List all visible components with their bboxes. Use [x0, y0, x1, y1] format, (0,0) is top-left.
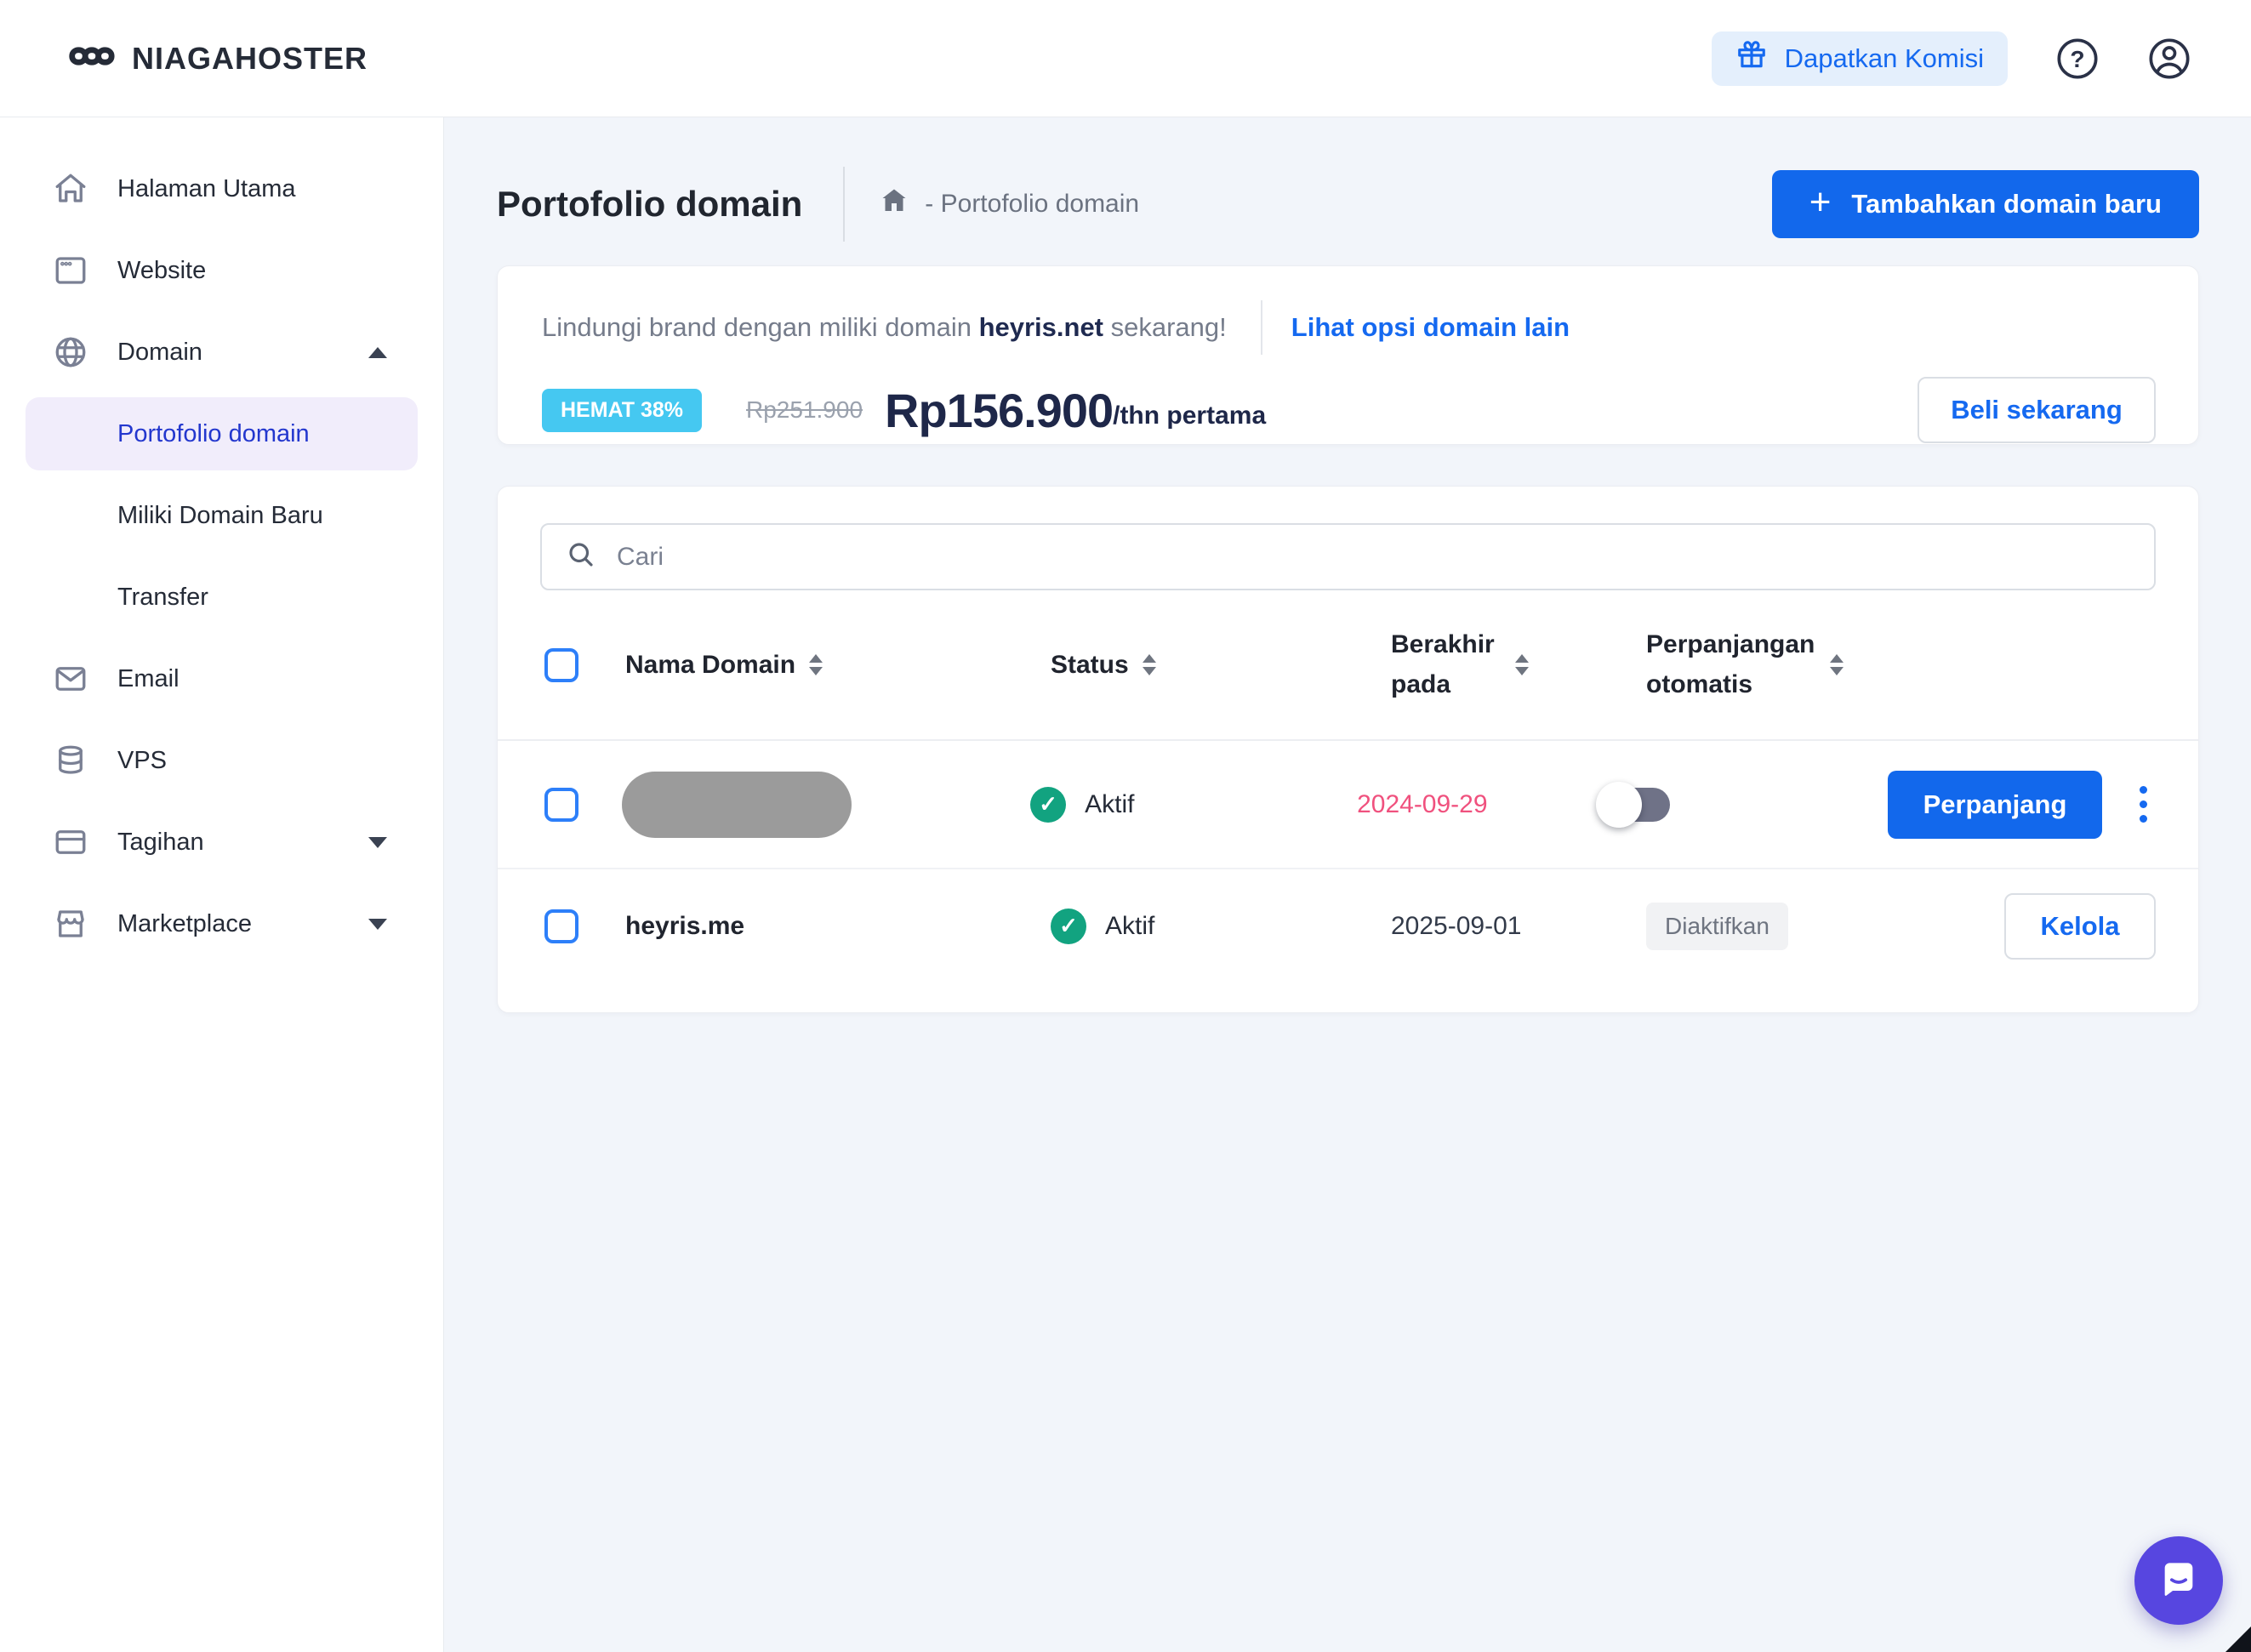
sidebar-item-domain[interactable]: Domain [0, 311, 443, 393]
table-row: heyris.me ✓ Aktif 2025-09-01 Diaktifkan … [498, 869, 2198, 983]
redacted-domain-name [622, 771, 852, 838]
expiry-date: 2025-09-01 [1391, 911, 1522, 940]
sidebar-item-label: Miliki Domain Baru [117, 501, 323, 529]
storefront-icon [51, 906, 90, 942]
sidebar-item-label: Portofolio domain [117, 419, 310, 447]
sidebar-item-label: Transfer [117, 583, 208, 611]
sidebar-item-label: Domain [117, 338, 202, 366]
divider [1260, 300, 1262, 355]
sidebar-item-miliki-domain-baru[interactable]: Miliki Domain Baru [0, 475, 443, 556]
sidebar-item-tagihan[interactable]: Tagihan [0, 801, 443, 883]
sidebar-item-label: VPS [117, 746, 168, 774]
new-price: Rp156.900 [885, 383, 1114, 437]
chat-widget-button[interactable] [2134, 1536, 2223, 1625]
sort-icon[interactable] [809, 654, 823, 675]
price-period: /thn pertama [1113, 402, 1267, 430]
status-active-icon: ✓ [1051, 908, 1086, 944]
domain-name: heyris.me [625, 911, 745, 940]
discount-badge: HEMAT 38% [542, 388, 703, 432]
old-price: Rp251.900 [746, 396, 863, 423]
select-all-checkbox[interactable] [544, 647, 578, 682]
help-button[interactable]: ? [2055, 37, 2100, 81]
expiry-date: 2024-09-29 [1357, 789, 1488, 818]
renew-button[interactable]: Perpanjang [1888, 770, 2102, 839]
sort-icon[interactable] [1830, 654, 1844, 675]
chevron-down-icon [368, 836, 387, 848]
row-checkbox[interactable] [544, 909, 578, 943]
home-icon [51, 171, 90, 207]
table-row: ✓ Aktif 2024-09-29 Perpanjang [498, 741, 2198, 869]
promo-banner: Lindungi brand dengan miliki domain heyr… [497, 265, 2199, 445]
kebab-menu-icon[interactable] [2131, 778, 2156, 831]
chevron-down-icon [368, 918, 387, 930]
sidebar-item-label: Email [117, 664, 180, 692]
brand-logo[interactable]: NIAGAHOSTER [64, 37, 368, 79]
sidebar-item-label: Marketplace [117, 909, 252, 937]
status-label: Aktif [1085, 789, 1135, 818]
account-button[interactable] [2147, 37, 2191, 81]
promo-message: Lindungi brand dengan miliki domain heyr… [542, 312, 1227, 342]
search-box [540, 523, 2156, 590]
credit-card-icon [51, 824, 90, 860]
col-header-autorenew: Perpanjangan otomatis [1646, 630, 1815, 698]
col-header-status: Status [1051, 650, 1129, 679]
topbar: NIAGAHOSTER Dapatkan Komisi ? [0, 0, 2251, 117]
manage-button[interactable]: Kelola [2004, 892, 2156, 960]
sidebar-item-portofolio-domain[interactable]: Portofolio domain [26, 397, 418, 470]
sidebar-item-email[interactable]: Email [0, 638, 443, 720]
gift-icon [1735, 39, 1768, 78]
divider [843, 167, 846, 242]
sidebar-item-website[interactable]: Website [0, 230, 443, 311]
sidebar-item-vps[interactable]: VPS [0, 720, 443, 801]
cursor-artifact [2225, 1626, 2251, 1652]
col-header-domain: Nama Domain [625, 650, 796, 679]
svg-text:?: ? [2070, 45, 2084, 71]
breadcrumb: - Portofolio domain [879, 185, 1139, 223]
col-header-expire: Berakhir pada [1391, 630, 1495, 698]
autorenew-status-badge: Diaktifkan [1646, 902, 1788, 950]
browser-icon [51, 253, 90, 288]
database-icon [51, 743, 90, 778]
sort-icon[interactable] [1515, 654, 1529, 675]
globe-icon [51, 334, 90, 370]
main-content: Portofolio domain - Portofolio domain + … [445, 117, 2251, 1652]
status-label: Aktif [1105, 911, 1155, 940]
other-domain-options-link[interactable]: Lihat opsi domain lain [1291, 312, 1570, 343]
search-input[interactable] [617, 542, 2130, 572]
sidebar-item-transfer[interactable]: Transfer [0, 556, 443, 638]
row-checkbox[interactable] [544, 787, 578, 822]
table-header-row: Nama Domain Status Berakhir pada Perpanj… [498, 590, 2198, 741]
add-domain-label: Tambahkan domain baru [1851, 189, 2162, 219]
chat-bubble-icon [2155, 1555, 2203, 1607]
sort-icon[interactable] [1142, 654, 1156, 675]
search-icon [566, 539, 596, 574]
sidebar-item-halaman-utama[interactable]: Halaman Utama [0, 148, 443, 230]
promo-domain: heyris.net [978, 312, 1104, 342]
page-title: Portofolio domain [497, 184, 803, 224]
sidebar: Halaman Utama Website Domain Portofolio … [0, 117, 444, 1652]
home-breadcrumb-icon[interactable] [879, 185, 909, 223]
envelope-icon [51, 661, 90, 697]
plus-icon: + [1809, 181, 1832, 223]
status-active-icon: ✓ [1030, 786, 1067, 823]
commission-label: Dapatkan Komisi [1784, 43, 1984, 73]
breadcrumb-label: - Portofolio domain [925, 190, 1140, 218]
sidebar-item-label: Halaman Utama [117, 174, 296, 202]
sidebar-item-label: Tagihan [117, 828, 204, 856]
autorenew-toggle-off[interactable] [1596, 781, 1671, 828]
sidebar-item-label: Website [117, 256, 207, 284]
niagahoster-infinity-icon [64, 37, 117, 79]
buy-now-button[interactable]: Beli sekarang [1918, 377, 2156, 443]
domain-table-card: Nama Domain Status Berakhir pada Perpanj… [497, 486, 2199, 1013]
add-domain-button[interactable]: + Tambahkan domain baru [1771, 170, 2199, 238]
sidebar-item-marketplace[interactable]: Marketplace [0, 883, 443, 965]
brand-name: NIAGAHOSTER [132, 40, 368, 76]
chevron-up-icon [368, 346, 387, 358]
commission-button[interactable]: Dapatkan Komisi [1711, 31, 2008, 86]
